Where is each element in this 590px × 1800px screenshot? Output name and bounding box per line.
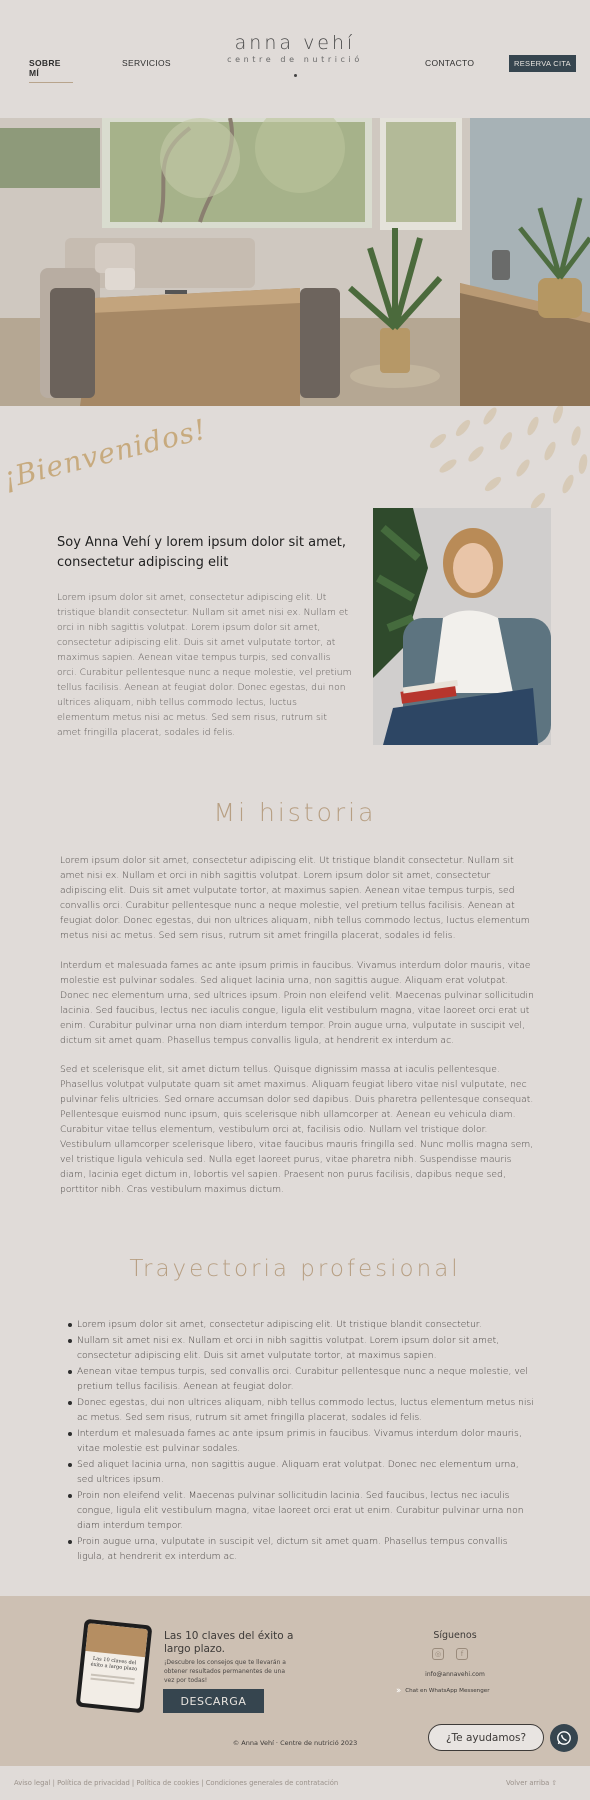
volver-arriba-label: Volver arriba [506,1779,550,1787]
portrait-photo [373,508,551,745]
arrow-up-icon: ⇧ [551,1779,558,1787]
historia-paragraph-3: Sed et scelerisque elit, sit amet dictum… [60,1064,534,1195]
historia-paragraph-2: Interdum et malesuada fames ac ante ipsu… [60,960,534,1046]
nav-contacto[interactable]: CONTACTO [425,58,474,68]
brand-dot [293,74,297,77]
list-item: Interdum et malesuada fames ac ante ipsu… [68,1426,537,1456]
intro-text: Lorem ipsum dolor sit amet, consectetur … [57,592,352,738]
decorative-dashes [418,406,590,516]
brand-name: anna vehí [234,32,356,54]
whatsapp-chat-label: Chat en WhatsApp Messenger [405,1688,490,1694]
ebook-title: Las 10 claves del éxito a largo plazo. [164,1630,294,1655]
double-chevron-icon: ›› [396,1686,401,1696]
siguenos-label: Síguenos [433,1630,477,1641]
tablet-screen: Las 10 claves del éxito a largo plazo [79,1623,149,1709]
email-link[interactable]: info@annavehi.com [410,1671,500,1678]
brand-subtitle: centre de nutrició [227,55,363,64]
list-item: Nullam sit amet nisi ex. Nullam et orci … [68,1333,537,1363]
list-item: Lorem ipsum dolor sit amet, consectetur … [68,1317,537,1332]
ebook-description: ¡Descubre los consejos que te llevarán a… [164,1659,286,1684]
list-item: Proin non eleifend velit. Maecenas pulvi… [68,1488,537,1533]
historia-paragraph-1: Lorem ipsum dolor sit amet, consectetur … [60,855,530,941]
separator: | [199,1779,206,1787]
aviso-legal-link[interactable]: Aviso legal [14,1779,50,1787]
ebook-tablet-image: Las 10 claves del éxito a largo plazo [75,1618,153,1714]
descarga-button[interactable]: DESCARGA [163,1689,264,1713]
trayectoria-title: Trayectoria profesional [129,1256,461,1282]
cookies-link[interactable]: Política de cookies [136,1779,199,1787]
instagram-icon[interactable]: ◎ [432,1648,444,1660]
volver-arriba-link[interactable]: Volver arriba ⇧ [506,1779,557,1787]
facebook-icon[interactable]: f [456,1648,468,1660]
trayectoria-list: Lorem ipsum dolor sit amet, consectetur … [68,1317,537,1565]
privacidad-link[interactable]: Política de privacidad [57,1779,130,1787]
whatsapp-icon [557,1731,571,1745]
hero-image [0,118,590,406]
list-item: Proin augue urna, vulputate in suscipit … [68,1534,537,1564]
social-links: ◎ f [432,1648,468,1660]
list-item: Aenean vitae tempus turpis, sed convalli… [68,1364,537,1394]
brand-logo[interactable]: anna vehí centre de nutrició [0,32,590,77]
legal-links: Aviso legal | Política de privacidad | P… [14,1779,338,1787]
condiciones-link[interactable]: Condiciones generales de contratación [206,1779,339,1787]
reserva-cita-button[interactable]: RESERVA CITA [509,55,576,72]
whatsapp-button[interactable] [550,1724,578,1752]
intro-title: Soy Anna Vehí y lorem ipsum dolor sit am… [57,535,347,570]
historia-title: Mi historia [213,798,377,827]
list-item: Donec egestas, dui non ultrices aliquam,… [68,1395,537,1425]
help-button[interactable]: ¿Te ayudamos? [428,1724,544,1751]
welcome-script: ¡Bienvenidos! [0,412,210,495]
footer: Las 10 claves del éxito a largo plazo La… [0,1596,590,1766]
bottom-bar: Aviso legal | Política de privacidad | P… [0,1766,590,1800]
site-header: SOBRE MÍ SERVICIOS anna vehí centre de n… [0,0,590,118]
whatsapp-chat-link[interactable]: ›› Chat en WhatsApp Messenger [396,1686,490,1696]
list-item: Sed aliquet lacinia urna, non sagittis a… [68,1457,537,1487]
hero-illustration [0,118,590,406]
